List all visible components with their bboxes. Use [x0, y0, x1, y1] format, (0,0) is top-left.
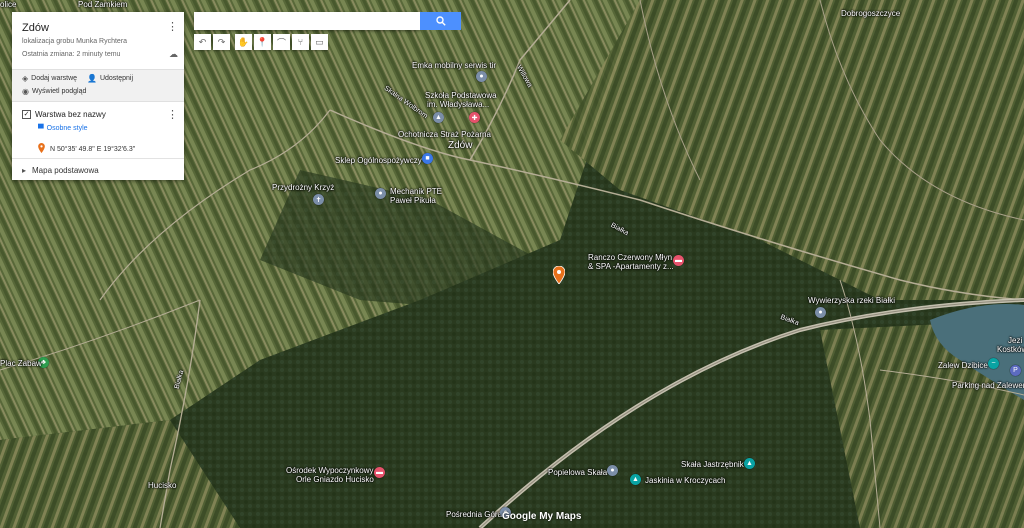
- label-dobrogoszczyce: Dobrogoszczyce: [841, 9, 901, 18]
- layer-name[interactable]: Warstwa bez nazwy: [35, 110, 106, 119]
- label-zdow: Zdów: [448, 140, 473, 151]
- base-map-label: Mapa podstawowa: [32, 166, 99, 175]
- fire-station-pin-icon[interactable]: ✚: [469, 112, 480, 123]
- map-description[interactable]: lokalizacja grobu Munka Rychtera: [22, 38, 127, 45]
- label-zalew[interactable]: Zalew Dzibice: [938, 360, 988, 371]
- style-link[interactable]: ▀ Osobne style: [38, 124, 88, 133]
- add-layer-label: Dodaj warstwę: [31, 75, 78, 82]
- share-button[interactable]: 👤 Udostępnij: [87, 74, 133, 83]
- rock-pin-2-icon[interactable]: ▲: [744, 458, 755, 469]
- redo-icon[interactable]: ↷: [213, 34, 230, 50]
- label-parking[interactable]: Parking nad Zalewem: [952, 381, 1024, 390]
- search-icon: [435, 16, 446, 26]
- label-wywierzyska[interactable]: Wywierzyska rzeki Białki: [808, 296, 895, 305]
- label-mechanik-2[interactable]: Paweł Pikuła: [390, 196, 436, 205]
- lake-pin-icon[interactable]: ~: [988, 358, 999, 369]
- label-pod-zamkiem: Pod Zamkiem: [78, 0, 128, 9]
- label-olice: olice: [0, 0, 17, 9]
- map-title[interactable]: Zdów: [22, 22, 49, 34]
- label-szkola-1[interactable]: Szkoła Podstawowa: [425, 91, 497, 100]
- paint-roller-icon: ▀: [38, 124, 44, 133]
- search-input[interactable]: [194, 12, 420, 30]
- layer-options-icon[interactable]: ⋮: [167, 110, 178, 121]
- preview-label: Wyświetl podgląd: [31, 88, 87, 95]
- ruler-icon[interactable]: ▭: [311, 34, 328, 50]
- label-ranczo-2[interactable]: & SPA -Apartamenty z...: [588, 262, 674, 271]
- label-osp[interactable]: Ochotnicza Straż Pożarna: [398, 130, 491, 139]
- google-my-maps-logo: Google My Maps: [502, 511, 582, 522]
- hand-icon[interactable]: ✋: [235, 34, 252, 50]
- cave-pin-icon[interactable]: ▲: [630, 474, 641, 485]
- custom-marker-icon[interactable]: [552, 265, 566, 289]
- label-jezio-2: Kostków: [997, 345, 1024, 354]
- add-layer-button[interactable]: ◈ Dodaj warstwę: [22, 74, 77, 83]
- label-jaskinia[interactable]: Jaskinia w Kroczycach: [645, 476, 725, 485]
- service-pin-icon[interactable]: ●: [476, 71, 487, 82]
- map-panel: Zdów ⋮ lokalizacja grobu Munka Rychtera …: [12, 12, 184, 180]
- label-plac[interactable]: Plac Zabaw: [0, 359, 42, 368]
- label-ranczo-1[interactable]: Ranczo Czerwony Młyn: [588, 253, 672, 262]
- expand-arrow-icon: ▸: [22, 166, 27, 175]
- preview-button[interactable]: ◉ Wyświetl podgląd: [22, 87, 86, 96]
- shop-pin-icon[interactable]: ■: [422, 153, 433, 164]
- drawing-toolbar: ↶ ↷ ✋ 📍 ⌒ ⑂ ▭: [194, 34, 328, 50]
- parking-pin-icon[interactable]: P: [1010, 365, 1021, 376]
- label-osrodek-2[interactable]: Orle Gniazdo Hucisko: [296, 475, 374, 484]
- mechanic-pin-icon[interactable]: ●: [375, 188, 386, 199]
- school-pin-icon[interactable]: ▲: [433, 112, 444, 123]
- layer-visibility-checkbox[interactable]: ✓: [22, 110, 31, 119]
- map-options-icon[interactable]: ⋮: [167, 22, 178, 33]
- marker-icon[interactable]: 📍: [254, 34, 271, 50]
- style-label: Osobne style: [46, 125, 88, 132]
- base-map-toggle[interactable]: ▸ Mapa podstawowa: [22, 166, 99, 175]
- cloud-saved-icon: ☁: [169, 49, 178, 59]
- search-button[interactable]: [420, 12, 461, 30]
- orange-marker-icon: [38, 143, 45, 155]
- label-posrednia[interactable]: Pośrednia Góra: [446, 510, 502, 519]
- panel-divider: [12, 158, 184, 159]
- hotel-pin-icon[interactable]: ▬: [673, 255, 684, 266]
- layer-feature-item[interactable]: N 50°35' 49.8" E 19°32'6.3": [38, 143, 135, 155]
- rock-pin-1-icon[interactable]: ●: [607, 465, 618, 476]
- label-osrodek-1[interactable]: Ośrodek Wypoczynkowy: [286, 466, 374, 475]
- label-popielowa[interactable]: Popielowa Skała: [548, 468, 607, 477]
- label-mechanik-1[interactable]: Mechanik PTE: [390, 187, 442, 196]
- label-jastrzebnik[interactable]: Skała Jastrzębnik: [681, 460, 744, 469]
- label-hucisko: Hucisko: [148, 481, 177, 490]
- marker-coordinates: N 50°35' 49.8" E 19°32'6.3": [50, 145, 136, 153]
- label-sklep[interactable]: Sklep Ogólnospożywczy: [335, 156, 422, 165]
- spring-pin-icon[interactable]: ●: [815, 307, 826, 318]
- add-person-icon: 👤: [87, 74, 97, 83]
- layers-icon: ◈: [22, 74, 29, 83]
- resort-pin-icon[interactable]: ▬: [374, 467, 385, 478]
- layer-header[interactable]: ✓ Warstwa bez nazwy: [22, 110, 106, 119]
- share-label: Udostępnij: [99, 75, 134, 82]
- label-emka[interactable]: Emka mobilny serwis tir: [412, 61, 496, 70]
- last-edit-status: Ostatnia zmiana: 2 minuty temu: [22, 51, 121, 58]
- label-krzyz[interactable]: Przydrożny Krzyż: [272, 183, 334, 192]
- polygon-icon[interactable]: ⌒: [273, 34, 290, 50]
- route-icon[interactable]: ⑂: [292, 34, 309, 50]
- label-jezio-1: Jezi: [1008, 336, 1023, 345]
- label-szkola-2[interactable]: im. Władysława...: [427, 100, 489, 109]
- cross-pin-icon[interactable]: ✝: [313, 194, 324, 205]
- eye-icon: ◉: [22, 87, 29, 96]
- undo-icon[interactable]: ↶: [194, 34, 211, 50]
